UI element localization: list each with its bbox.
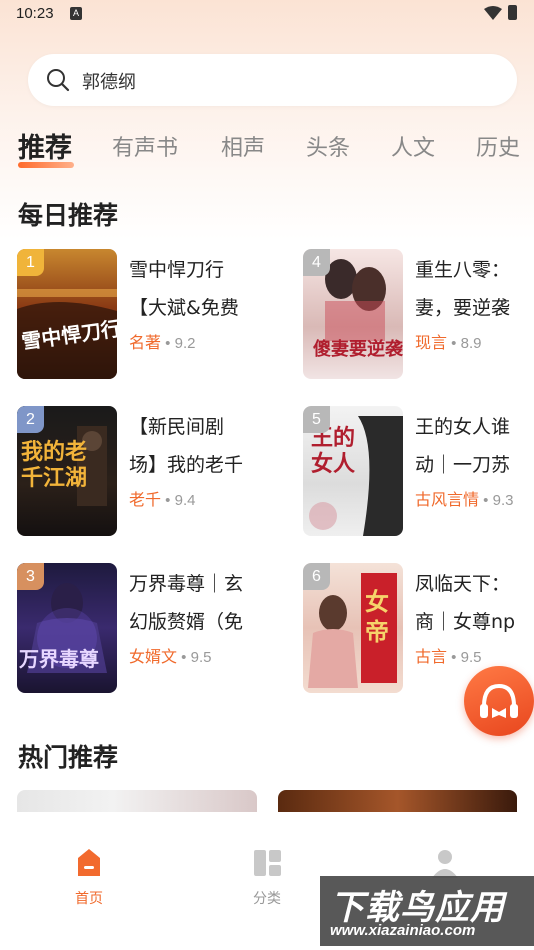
- book-card[interactable]: 傻妻要逆袭 4 重生八零： 妻，要逆袭 现言 • 8.9: [303, 249, 534, 381]
- book-score: 9.5: [190, 649, 212, 666]
- rank-badge: 6: [303, 563, 330, 590]
- hot-card[interactable]: [278, 790, 517, 812]
- cover-title-art: 傻妻要逆袭: [313, 339, 403, 360]
- book-category: 现言: [415, 333, 448, 352]
- rank-badge: 5: [303, 406, 330, 433]
- rank-badge: 2: [17, 406, 44, 433]
- nav-home-label: 首页: [75, 891, 103, 907]
- book-meta: 女婿文 • 9.5: [129, 647, 212, 666]
- book-card[interactable]: 雪中悍刀行 1 雪中悍刀行 【大斌&免费 名著 • 9.2: [17, 249, 277, 381]
- book-meta: 老千 • 9.4: [129, 490, 196, 509]
- cover-title-art: 万界毒尊: [19, 647, 99, 671]
- nav-category-label: 分类: [253, 891, 281, 907]
- book-score: 9.2: [174, 335, 196, 352]
- book-score: 9.3: [492, 492, 514, 509]
- book-card[interactable]: 王的女人 5 王的女人谁 动｜一刀苏 古风言情 • 9.3: [303, 406, 534, 538]
- book-title-line2: 妻，要逆袭: [415, 297, 511, 319]
- book-cover: 万界毒尊 3: [17, 563, 117, 693]
- book-cover: 女帝 6: [303, 563, 403, 693]
- daily-book-grid: 雪中悍刀行 1 雪中悍刀行 【大斌&免费 名著 • 9.2 傻妻要逆袭 4 重生…: [0, 0, 534, 700]
- rank-badge: 3: [17, 563, 44, 590]
- book-category: 名著: [129, 333, 162, 352]
- book-cover: 王的女人 5: [303, 406, 403, 536]
- book-category: 古言: [415, 647, 448, 666]
- book-score: 9.5: [460, 649, 482, 666]
- book-cover: 傻妻要逆袭 4: [303, 249, 403, 379]
- cover-title-art: 王的女人: [311, 426, 356, 477]
- category-grid-icon: [254, 850, 281, 876]
- book-category: 古风言情: [415, 490, 480, 509]
- rank-badge: 4: [303, 249, 330, 276]
- book-meta: 古言 • 9.5: [415, 647, 482, 666]
- home-icon: [78, 849, 100, 876]
- book-meta: 古风言情 • 9.3: [415, 490, 514, 509]
- book-meta: 现言 • 8.9: [415, 333, 482, 352]
- book-title-line1: 凤临天下：: [415, 573, 511, 595]
- book-card[interactable]: 我的老千江湖 2 【新民间剧 场】我的老千 老千 • 9.4: [17, 406, 277, 538]
- rank-badge: 1: [17, 249, 44, 276]
- book-meta: 名著 • 9.2: [129, 333, 196, 352]
- watermark-url: www.xiazainiao.com: [330, 922, 476, 939]
- audio-player-button[interactable]: [464, 666, 534, 736]
- cover-title-art: 我的老千江湖: [21, 440, 88, 491]
- book-card[interactable]: 万界毒尊 3 万界毒尊｜玄 幻版赘婿（免 女婿文 • 9.5: [17, 563, 277, 695]
- book-title-line2: 商｜女尊np: [415, 611, 516, 633]
- book-category: 老千: [129, 490, 162, 509]
- profile-icon: [432, 850, 458, 878]
- nav-category[interactable]: 分类: [237, 846, 297, 908]
- section-title-hot: 热门推荐: [18, 743, 119, 772]
- book-score: 8.9: [460, 335, 482, 352]
- headphones-icon: [480, 683, 518, 718]
- book-title-line1: 重生八零：: [415, 259, 511, 281]
- book-title-line2: 动｜一刀苏: [415, 454, 511, 476]
- watermark-logo: 下载鸟应用 www.xiazainiao.com: [320, 876, 534, 946]
- book-title-line1: 王的女人谁: [415, 416, 511, 438]
- cover-title-art: 女帝: [365, 588, 389, 646]
- book-category: 女婿文: [129, 647, 178, 666]
- book-cover: 雪中悍刀行 1: [17, 249, 117, 379]
- nav-home[interactable]: 首页: [59, 846, 119, 908]
- book-score: 9.4: [174, 492, 196, 509]
- book-cover: 我的老千江湖 2: [17, 406, 117, 536]
- hot-card[interactable]: [17, 790, 257, 812]
